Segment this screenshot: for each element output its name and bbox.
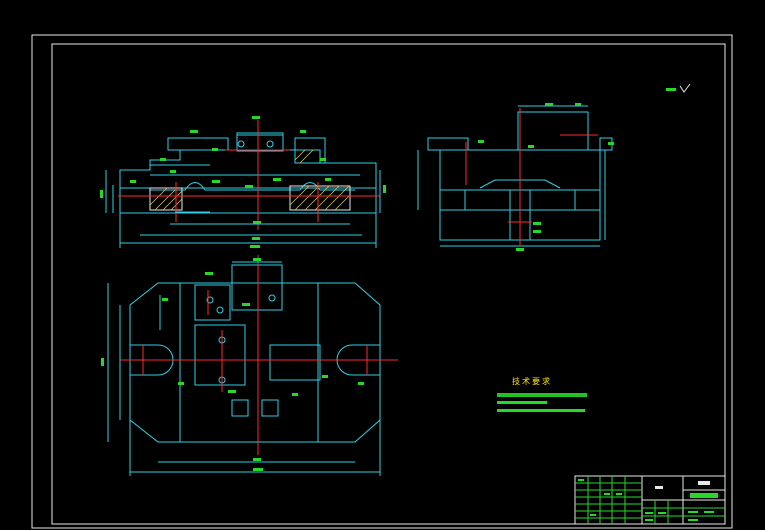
roughness-symbol [666, 83, 691, 93]
side-view [417, 103, 614, 251]
cad-drawing-canvas [31, 34, 733, 529]
top-view [101, 255, 398, 476]
front-view [100, 116, 386, 248]
outer-frame [31, 34, 733, 529]
inner-frame [51, 43, 726, 525]
tech-requirements-block [497, 393, 587, 412]
tech-requirements-title: 技术要求 [512, 377, 552, 386]
title-block [574, 475, 726, 525]
